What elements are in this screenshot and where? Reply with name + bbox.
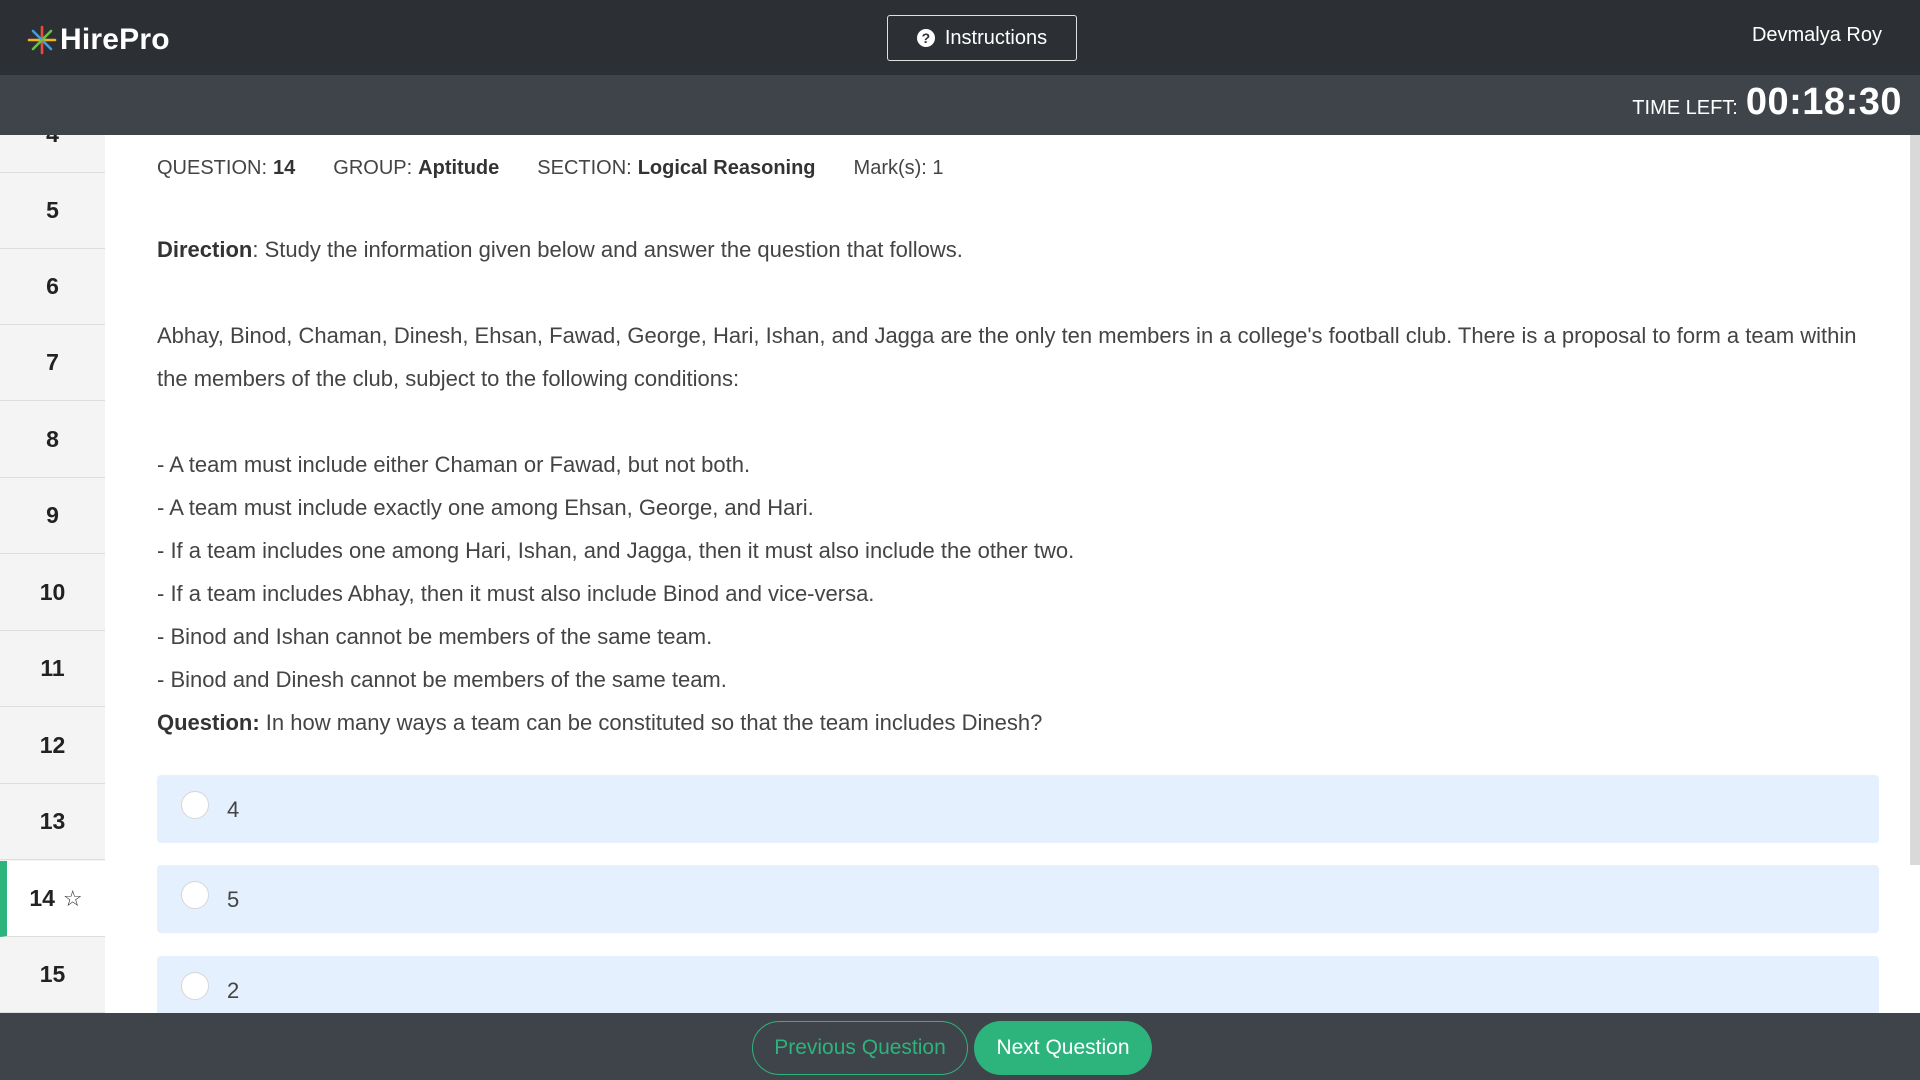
question-nav-item[interactable]: 4 (0, 135, 105, 173)
marks-label: Mark(s): (853, 157, 927, 179)
top-header: HirePro ? Instructions Devmalya Roy (0, 0, 1920, 75)
next-question-button[interactable]: Next Question (974, 1021, 1152, 1075)
condition-item: - If a team includes Abhay, then it must… (157, 581, 875, 606)
radio-button[interactable] (181, 791, 209, 819)
question-nav-number: 10 (39, 579, 66, 605)
question-nav-number: 11 (40, 655, 65, 681)
condition-item: - If a team includes one among Hari, Ish… (157, 538, 1075, 563)
question-nav-item[interactable]: 8 (0, 402, 105, 478)
question-nav-item[interactable]: 13 (0, 784, 105, 860)
question-nav-number: 7 (46, 349, 59, 375)
conditions-list: - A team must include either Chaman or F… (157, 443, 1887, 744)
question-label: Question: (157, 710, 260, 735)
question-nav-item-current[interactable]: 14 ☆ (0, 861, 105, 937)
question-nav-item[interactable]: 10 (0, 555, 105, 631)
direction-body: : Study the information given below and … (252, 237, 963, 262)
answer-option-label: 2 (227, 978, 240, 1003)
question-nav-number: 13 (39, 808, 66, 834)
bottom-nav-bar: Previous Question Next Question (0, 1013, 1920, 1080)
question-nav-number: 5 (46, 197, 59, 223)
question-body: In how many ways a team can be constitut… (259, 710, 1043, 735)
user-name: Devmalya Roy (1751, 24, 1882, 46)
question-meta: QUESTION: 14 GROUP: Aptitude SECTION: Logic… (157, 157, 944, 180)
question-nav-number: 9 (46, 502, 59, 528)
passage-text: Abhay, Binod, Chaman, Dinesh, Ehsan, Faw… (157, 323, 1857, 391)
condition-item: - Binod and Ishan cannot be members of t… (157, 624, 713, 649)
answer-option-label: 5 (227, 887, 240, 912)
time-left-label: TIME LEFT: (1632, 97, 1738, 119)
group-label: GROUP: (333, 157, 413, 179)
instructions-button[interactable]: ? Instructions (887, 15, 1077, 61)
question-nav-number: 14 (29, 885, 55, 911)
condition-item: - A team must include either Chaman or F… (157, 452, 751, 477)
question-nav-item[interactable]: 7 (0, 325, 105, 401)
question-nav-number: 4 (46, 135, 59, 148)
question-number-meta: QUESTION: 14 (157, 157, 295, 180)
section-label: SECTION: (537, 157, 632, 179)
question-circle-icon: ? (916, 29, 935, 47)
question-nav-item[interactable]: 6 (0, 249, 105, 325)
question-prompt: Question: In how many ways a team can be… (157, 701, 1887, 744)
question-nav-item[interactable]: 5 (0, 173, 105, 249)
hirepro-logo: HirePro (26, 20, 170, 60)
question-navigator: 4 5 6 7 8 9 10 11 12 13 14 ☆ 15 (0, 135, 105, 1013)
time-left: TIME LEFT: 00:18:30 (1632, 81, 1902, 124)
star-outline-icon[interactable]: ☆ (63, 886, 83, 912)
section-meta: SECTION: Logical Reasoning (537, 157, 815, 180)
question-nav-item[interactable]: 9 (0, 478, 105, 554)
answer-option[interactable]: 4 (157, 775, 1879, 843)
logo-text: HirePro (60, 23, 170, 56)
direction-label: Direction (157, 237, 253, 262)
question-nav-item[interactable]: 15 (0, 937, 105, 1013)
group-meta: GROUP: Aptitude (333, 157, 499, 180)
section-value: Logical Reasoning (637, 157, 816, 179)
radio-button[interactable] (181, 881, 209, 909)
question-number-label: QUESTION: (157, 157, 268, 179)
instructions-label: Instructions (944, 26, 1048, 49)
previous-question-button[interactable]: Previous Question (752, 1021, 968, 1075)
answer-option[interactable]: 5 (157, 865, 1879, 933)
question-panel: QUESTION: 14 GROUP: Aptitude SECTION: Logic… (105, 135, 1910, 1013)
question-nav-item[interactable]: 11 (0, 631, 105, 707)
condition-item: - Binod and Dinesh cannot be members of … (157, 667, 727, 692)
question-nav-number: 12 (39, 732, 66, 758)
group-value: Aptitude (418, 157, 500, 179)
vertical-scrollbar[interactable] (1910, 135, 1920, 865)
direction-text: Direction: Study the information given b… (157, 228, 1887, 271)
radio-button[interactable] (181, 972, 209, 1000)
answer-option[interactable]: 2 (157, 956, 1879, 1013)
question-nav-number: 6 (46, 273, 59, 299)
question-nav-number: 15 (39, 961, 66, 987)
timer-bar: TIME LEFT: 00:18:30 (0, 75, 1920, 135)
answer-option-label: 4 (227, 797, 240, 822)
question-nav-number: 8 (46, 426, 59, 452)
question-nav-item[interactable]: 12 (0, 708, 105, 784)
marks-value: 1 (932, 157, 944, 179)
asterisk-logo-icon (27, 25, 57, 55)
condition-item: - A team must include exactly one among … (157, 495, 814, 520)
marks-meta: Mark(s): 1 (854, 157, 944, 180)
question-number-value: 14 (273, 157, 296, 179)
time-left-value: 00:18:30 (1745, 81, 1902, 123)
